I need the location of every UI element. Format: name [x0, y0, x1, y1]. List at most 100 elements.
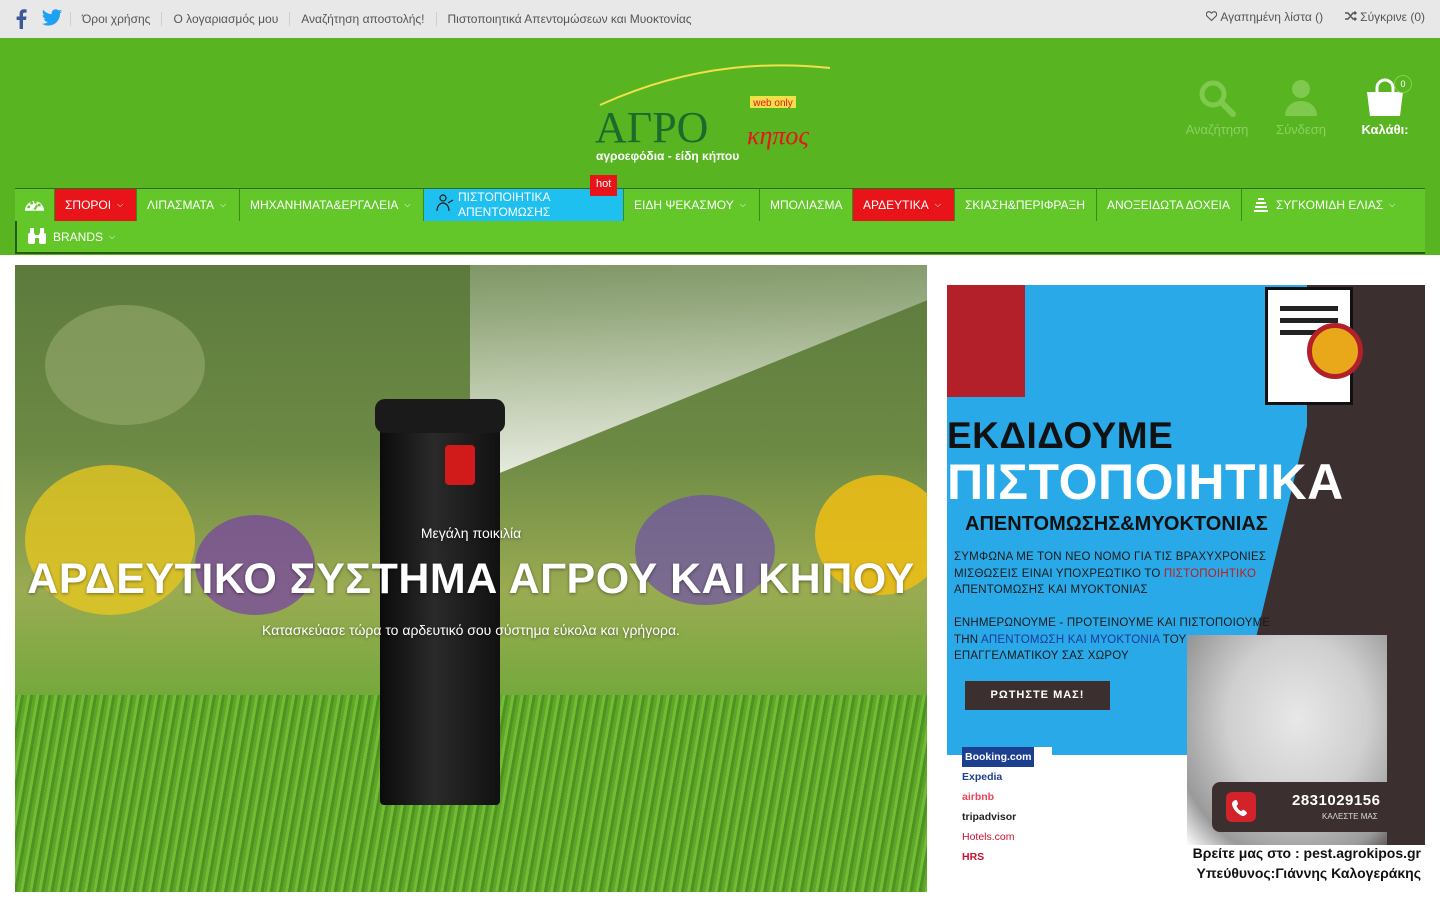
dashboard-icon [24, 200, 45, 211]
hero-water-spray [470, 265, 927, 486]
chevron-down-icon: ⌵ [1389, 200, 1396, 209]
user-icon [1285, 80, 1317, 116]
nav-item-label: BRANDS [53, 230, 104, 244]
brand-airbnb: airbnb [962, 791, 995, 803]
hero-subtitle: Μεγάλη ποικιλία [420, 525, 522, 541]
shuffle-icon [1345, 10, 1358, 24]
phone-number: 2831029156 [1292, 792, 1381, 809]
certificates-link[interactable]: Πιστοποιητικά Απεντομώσεων και Μυοκτονία… [435, 12, 703, 26]
phone-label: ΚΑΛΕΣΤΕ ΜΑΣ [1322, 812, 1378, 821]
promo-heading-2: ΠΙΣΤΟΠΟΙΗΤΙΚΑ [947, 454, 1344, 510]
top-bar: Όροι χρήσης Ο λογαριασμός μου Αναζήτηση … [0, 0, 1440, 38]
promo-footer-contact: Υπεύθυνος:Γιάννης Καλογεράκης [1196, 865, 1422, 881]
nav-item-label: ΕΙΔΗ ΨΕΚΑΣΜΟΥ [634, 198, 734, 212]
binoculars-icon [27, 227, 47, 248]
site-header: web only ΑΓΡΟ κηπος αγροεφόδια - είδη κή… [0, 38, 1440, 255]
main-nav: ΣΠΟΡΟΙ ⌵ ΛΙΠΑΣΜΑΤΑ ⌵ ΜΗΧΑΝΗΜΑΤΑ&ΕΡΓΑΛΕΙΑ ⌵ … [15, 175, 1425, 254]
nav-item-label: ΜΗΧΑΝΗΜΑΤΑ&ΕΡΓΑΛΕΙΑ [250, 198, 399, 212]
hero-bokeh [45, 305, 205, 425]
terms-link[interactable]: Όροι χρήσης [70, 12, 161, 26]
wishlist-link[interactable]: Αγαπημένη λίστα () [1206, 10, 1323, 24]
wishlist-label: Αγαπημένη λίστα () [1220, 10, 1324, 24]
logo-graphic: web only ΑΓΡΟ κηπος αγροεφόδια - είδη κή… [595, 64, 831, 163]
nav-item-label: ΣΚΙΑΣΗ&ΠΕΡΙΦΡΑΞΗ [965, 198, 1086, 212]
promo-text: ΑΠΕΝΤΟΜΩΣΗΣ ΚΑΙ ΜΥΟΚΤΟΝΙΑΣ [954, 584, 1148, 596]
ask-us-button[interactable]: ΡΩΤΗΣΤΕ ΜΑΣ! [965, 681, 1110, 710]
phone-icon [1226, 792, 1256, 822]
track-shipment-link[interactable]: Αναζήτηση αποστολής! [289, 12, 435, 26]
hero-sprinkler-nozzle [445, 445, 475, 485]
nav-item-fertilizers[interactable]: ΛΙΠΑΣΜΑΤΑ ⌵ [137, 189, 240, 221]
certificate-line [1280, 306, 1338, 311]
hero-slider[interactable]: Μεγάλη ποικιλία ΑΡΔΕΥΤΙΚΟ ΣΥΣΤΗΜΑ ΑΓΡΟΥ … [15, 265, 927, 892]
promo-footer-website: Βρείτε μας στο : pest.agrokipos.gr [1192, 845, 1421, 861]
svg-text:web only: web only [752, 98, 792, 109]
promo-paragraph-1: ΣΥΜΦΩΝΑ ΜΕ ΤΟΝ ΝΕΟ ΝΟΜΟ ΓΙΑ ΤΙΣ ΒΡΑΧΥΧΡΟ… [954, 549, 1284, 599]
compare-link[interactable]: Σύγκρινε (0) [1345, 10, 1425, 24]
chevron-down-icon: ⌵ [117, 200, 124, 209]
nav-item-brands[interactable]: BRANDS ⌵ [15, 221, 135, 253]
search-icon [1199, 80, 1236, 117]
social-links [14, 9, 62, 30]
svg-text:κηπος: κηπος [747, 121, 809, 150]
cart-count-badge: 0 [1394, 75, 1412, 93]
nav-item-stainless-tanks[interactable]: ΑΝΟΞΕΙΔΩΤΑ ΔΟΧΕΙΑ [1097, 189, 1242, 221]
medal-icon [1307, 323, 1363, 379]
nav-item-seeds[interactable]: ΣΠΟΡΟΙ ⌵ [55, 189, 137, 221]
chevron-down-icon: ⌵ [934, 200, 941, 209]
certificate-line [1280, 318, 1338, 323]
top-right-links: Αγαπημένη λίστα () Σύγκρινε (0) [1206, 0, 1425, 34]
brand-hrs: HRS [962, 851, 985, 863]
nav-item-irrigation[interactable]: ΑΡΔΕΥΤΙΚΑ ⌵ [853, 189, 955, 221]
nav-item-label: ΣΥΓΚΟΜΙΔΗ ΕΛΙΑΣ [1276, 198, 1384, 212]
svg-text:ΑΓΡΟ: ΑΓΡΟ [595, 103, 708, 152]
chevron-down-icon: ⌵ [404, 200, 411, 209]
search-button[interactable]: Αναζήτηση [1182, 78, 1252, 137]
nav-item-label: ΑΝΟΞΕΙΔΩΤΑ ΔΟΧΕΙΑ [1107, 198, 1231, 212]
site-logo[interactable]: web only ΑΓΡΟ κηπος αγροεφόδια - είδη κή… [590, 60, 850, 170]
nav-item-grafting[interactable]: ΜΠΟΛΙΑΣΜΑ [760, 189, 853, 221]
promo-text-red: ΠΙΣΤΟΠΟΙΗΤΙΚΟ [1163, 567, 1257, 580]
nav-item-label: ΣΠΟΡΟΙ [65, 198, 112, 212]
chevron-down-icon: ⌵ [739, 200, 746, 209]
booking-brands-list: Booking.com Expedia airbnb tripadvisor H… [962, 747, 1052, 882]
login-label: Σύνδεση [1276, 122, 1326, 137]
hero-description: Κατασκεύασε τώρα το αρδευτικό σου σύστημ… [262, 622, 680, 638]
chevron-down-icon: ⌵ [109, 232, 116, 241]
hero-title: ΑΡΔΕΥΤΙΚΟ ΣΥΣΤΗΜΑ ΑΓΡΟΥ ΚΑΙ ΚΗΠΟΥ [27, 555, 915, 603]
chevron-down-icon: ⌵ [220, 200, 227, 209]
hero-sprinkler-cap [375, 399, 505, 433]
nav-item-machinery-tools[interactable]: ΜΗΧΑΝΗΜΑΤΑ&ΕΡΓΑΛΕΙΑ ⌵ [240, 189, 424, 221]
my-account-link[interactable]: Ο λογαριασμός μου [161, 12, 289, 26]
nav-item-olive-harvest[interactable]: ΣΥΓΚΟΜΙΔΗ ΕΛΙΑΣ ⌵ [1242, 189, 1407, 221]
nav-item-label: ΛΙΠΑΣΜΑΤΑ [147, 198, 214, 212]
twitter-icon[interactable] [42, 9, 62, 29]
hot-badge: hot [590, 175, 618, 196]
phone-box[interactable]: 2831029156 ΚΑΛΕΣΤΕ ΜΑΣ [1212, 782, 1425, 832]
nav-item-label: ΠΙΣΤΟΠΟΙΗΤΙΚΑ ΑΠΕΝΤΟΜΩΣΗΣ [458, 190, 551, 219]
promo-banner[interactable]: ΕΚΔΙΔΟΥΜΕ ΠΙΣΤΟΠΟΙΗΤΙΚΑ ΑΠΕΝΤΟΜΩΣΗΣ&ΜΥΟΚ… [947, 285, 1425, 882]
header-icons: Αναζήτηση Σύνδεση 0 Καλάθι: [1182, 75, 1420, 137]
nav-item-shading-fencing[interactable]: ΣΚΙΑΣΗ&ΠΕΡΙΦΡΑΞΗ [955, 189, 1097, 221]
svg-text:αγροεφόδια - είδη κήπου: αγροεφόδια - είδη κήπου [596, 149, 739, 163]
promo-heading-1: ΕΚΔΙΔΟΥΜΕ [947, 415, 1174, 456]
compare-label: Σύγκρινε (0) [1360, 10, 1425, 24]
cart-label: Καλάθι: [1361, 122, 1409, 137]
nav-home[interactable] [15, 189, 55, 221]
exterminator-icon [434, 193, 454, 217]
nav-item-spraying[interactable]: ΕΙΔΗ ΨΕΚΑΣΜΟΥ ⌵ [624, 189, 760, 221]
brand-booking: Booking.com [962, 747, 1034, 767]
promo-red-block [947, 285, 1025, 397]
login-button[interactable]: Σύνδεση [1266, 78, 1336, 137]
top-links: Όροι χρήσης Ο λογαριασμός μου Αναζήτηση … [70, 0, 703, 38]
brand-tripadvisor: tripadvisor [962, 811, 1017, 823]
promo-heading-3: ΑΠΕΝΤΟΜΩΣΗΣ&ΜΥΟΚΤΟΝΙΑΣ [965, 513, 1268, 535]
nav-item-label: ΑΡΔΕΥΤΙΚΑ [863, 198, 929, 212]
brand-expedia: Expedia [962, 771, 1003, 783]
search-label: Αναζήτηση [1185, 122, 1249, 137]
nav-item-label: ΜΠΟΛΙΑΣΜΑ [770, 198, 843, 212]
olive-harvest-icon [1252, 195, 1270, 216]
facebook-icon[interactable] [14, 9, 34, 30]
cart-button[interactable]: 0 Καλάθι: [1350, 75, 1420, 137]
promo-text-highlight: ΑΠΕΝΤΟΜΩΣΗ ΚΑΙ ΜΥΟΚΤΟΝΙΑ [981, 633, 1160, 646]
